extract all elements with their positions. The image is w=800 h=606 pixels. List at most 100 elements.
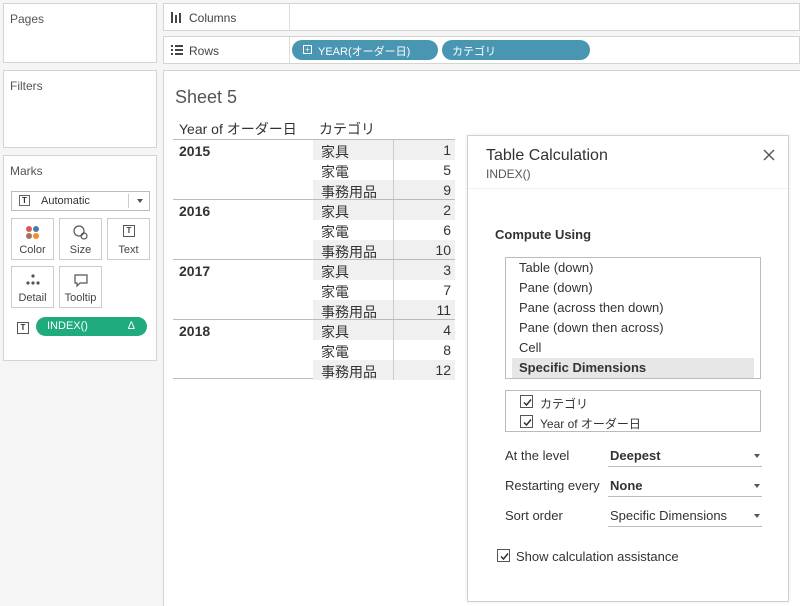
compute-option-table-down[interactable]: Table (down) [512,258,754,278]
index-value-cell: 4 [443,322,451,338]
at-level-value: Deepest [610,448,661,463]
text-mark-icon: T [19,195,30,206]
shelf-separator [289,4,290,30]
table-row[interactable]: 家電 6 [313,220,455,240]
color-dots-icon [26,226,39,239]
category-dimension-label: カテゴリ [540,397,589,411]
table-row[interactable]: 家電 8 [313,340,455,360]
compute-option-pane-down[interactable]: Pane (down) [512,278,754,298]
compute-using-label: Compute Using [495,227,592,242]
year-group: 2015 家具 1 家電 5 事務用品 9 [173,139,455,200]
detail-dots-icon [26,274,40,285]
category-pill[interactable]: カテゴリ [442,40,590,60]
table-row[interactable]: 家電 7 [313,280,455,300]
table-row[interactable]: 家具 2 [313,200,455,220]
category-dimension-checkbox[interactable] [520,395,533,408]
year-pill-label: YEAR(オーダー日) [318,46,411,58]
index-value-cell: 1 [443,142,451,158]
restarting-every-label: Restarting every [505,478,600,493]
pages-title: Pages [10,12,45,26]
table-row[interactable]: 家具 4 [313,320,455,340]
checkmark-icon [500,553,509,561]
compute-option-cell[interactable]: Cell [512,338,754,358]
category-cell: 家具 [321,324,349,340]
marks-title: Marks [10,164,43,178]
tooltip-button[interactable]: Tooltip [59,266,102,308]
close-icon[interactable] [762,148,776,162]
table-row[interactable]: 事務用品 12 [313,360,455,380]
column-divider [393,260,394,320]
table-row[interactable]: 事務用品 9 [313,180,455,200]
text-button[interactable]: T Text [107,218,150,260]
category-cell: 家電 [321,284,349,300]
table-calc-delta-icon: Δ [127,320,135,332]
year-header-cell[interactable]: 2015 [179,143,210,159]
table-row[interactable]: 事務用品 10 [313,240,455,260]
expand-plus-icon[interactable]: + [303,45,312,54]
compute-option-pane-across-then-down[interactable]: Pane (across then down) [512,298,754,318]
dropdown-separator [128,194,129,208]
color-button[interactable]: Color [11,218,54,260]
mark-type-dropdown[interactable]: T Automatic [11,191,150,211]
chevron-down-icon [137,199,143,203]
year-order-date-pill[interactable]: + YEAR(オーダー日) [292,40,438,60]
compute-option-pane-down-then-across[interactable]: Pane (down then across) [512,318,754,338]
category-cell: 家電 [321,224,349,240]
mark-type-value: Automatic [41,195,90,207]
text-icon: T [123,225,135,237]
show-assistance-checkbox[interactable] [497,549,510,562]
table-row[interactable]: 家具 1 [313,140,455,160]
sort-order-label: Sort order [505,508,563,523]
index-field-pill[interactable]: INDEX() Δ [36,317,147,336]
column-divider [393,320,394,380]
at-level-dropdown[interactable]: Deepest [608,445,762,467]
year-column-header[interactable]: Year of オーダー日 [179,119,297,139]
sort-order-dropdown[interactable]: Specific Dimensions [608,505,762,527]
data-table: 2015 家具 1 家電 5 事務用品 9 2016 家具 2 家電 6 事務用品 10 2017 家具 3 家電… [173,139,455,380]
category-pill-label: カテゴリ [452,46,496,58]
index-value-cell: 3 [443,262,451,278]
tooltip-button-label: Tooltip [64,292,97,304]
sheet-title: Sheet 5 [175,87,238,107]
rows-label: Rows [189,44,220,58]
year-group: 2016 家具 2 家電 6 事務用品 10 [173,199,455,260]
size-button[interactable]: Size [59,218,102,260]
year-header-cell[interactable]: 2017 [179,263,210,279]
index-value-cell: 5 [443,162,451,178]
filters-title: Filters [10,79,43,93]
restarting-every-dropdown[interactable]: None [608,475,762,497]
index-pill-label: INDEX() [47,320,88,332]
tooltip-icon [74,274,88,288]
color-button-label: Color [19,244,46,256]
chevron-down-icon [754,454,760,458]
sort-order-value: Specific Dimensions [610,508,728,523]
columns-icon [171,12,181,23]
index-value-cell: 6 [443,222,451,238]
category-cell: 家電 [321,344,349,360]
category-cell: 家具 [321,144,349,160]
checkmark-icon [523,419,532,427]
compute-using-list[interactable]: Table (down) Pane (down) Pane (across th… [505,257,761,379]
chevron-down-icon [754,514,760,518]
year-header-cell[interactable]: 2016 [179,203,210,219]
table-calculation-dialog: Table Calculation INDEX() Compute Using … [467,135,789,602]
table-row[interactable]: 家具 3 [313,260,455,280]
rows-shelf[interactable]: Rows + YEAR(オーダー日) カテゴリ [163,36,800,64]
category-cell: 家電 [321,164,349,180]
text-button-label: Text [118,244,139,256]
table-row[interactable]: 事務用品 11 [313,300,455,320]
compute-option-specific-dimensions[interactable]: Specific Dimensions [512,358,754,378]
filters-card[interactable]: Filters [3,70,157,148]
table-row[interactable]: 家電 5 [313,160,455,180]
show-assistance-label: Show calculation assistance [516,549,679,564]
detail-button[interactable]: Detail [11,266,54,308]
columns-shelf[interactable]: Columns [163,3,800,31]
pages-card[interactable]: Pages [3,3,157,63]
dialog-subtitle: INDEX() [486,167,531,181]
year-dimension-label: Year of オーダー日 [540,417,641,431]
category-column-header[interactable]: カテゴリ [319,119,375,139]
year-header-cell[interactable]: 2018 [179,323,210,339]
year-dimension-checkbox[interactable] [520,415,533,428]
index-value-cell: 2 [443,202,451,218]
category-cell: 家具 [321,264,349,280]
